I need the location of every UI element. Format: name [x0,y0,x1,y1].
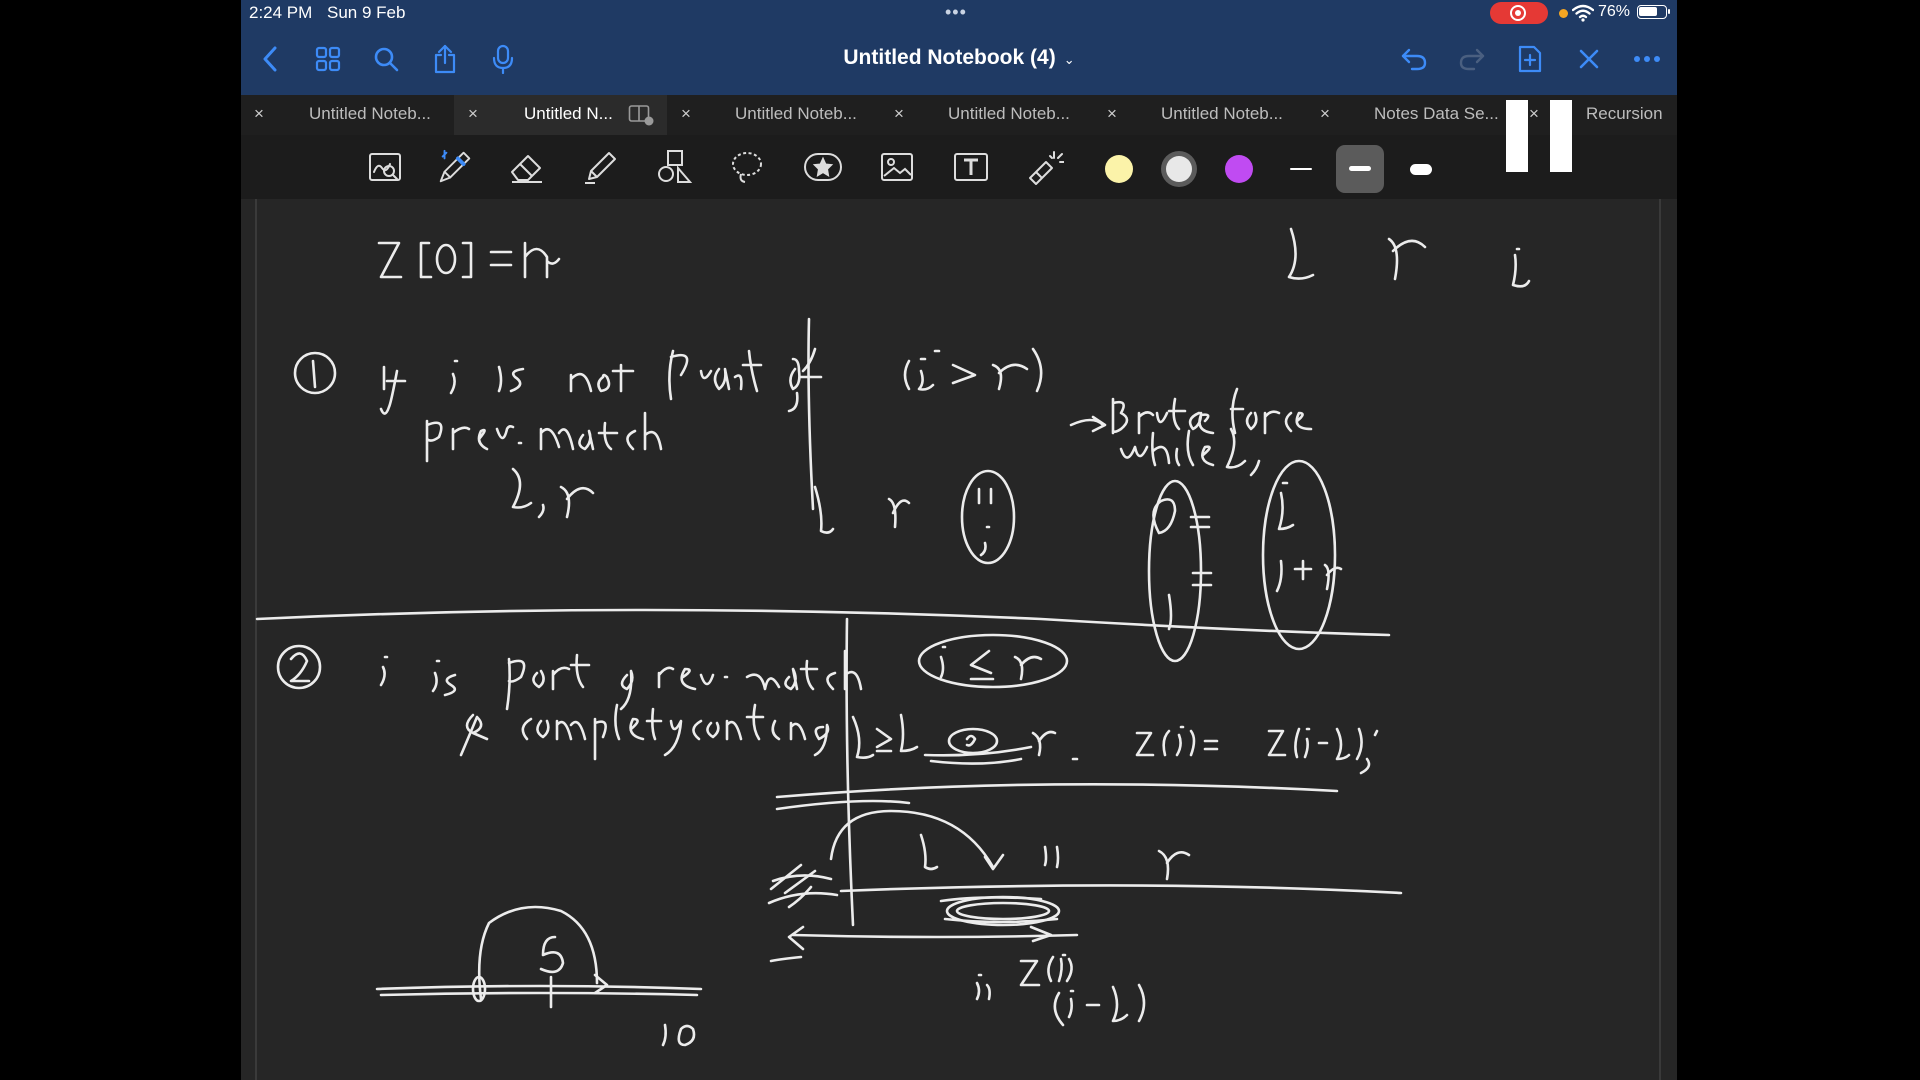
ink-arc-diagram [767,809,1403,963]
ink-contained-condition [851,633,1379,775]
tab-close-icon[interactable]: × [468,104,478,124]
notebook-canvas[interactable] [241,199,1677,1080]
tab-close-icon[interactable]: × [1107,104,1117,124]
split-view-icon[interactable] [628,104,654,126]
handwritten-ink-layer [255,227,1531,1047]
status-date: Sun 9 Feb [327,3,406,22]
stroke-thick[interactable] [1410,164,1432,175]
battery-percent: 76% [1598,3,1631,20]
close-toolbar-icon[interactable] [1572,42,1606,76]
ink-number-line-example [375,905,703,1047]
share-icon[interactable] [428,42,462,76]
battery-level-fill [1639,7,1657,16]
ink-divider-vertical-2 [845,617,855,927]
tab-notes-data-se[interactable]: × Notes Data Se... [1306,95,1519,135]
tab-untitled-notebook-4[interactable]: × Untitled Noteb... [880,95,1093,135]
stroke-medium [1349,166,1371,171]
microphone-icon[interactable] [486,42,520,76]
sticker-icon[interactable] [803,147,843,187]
notebook-title-button[interactable]: Untitled Notebook (4) ⌄ [843,46,1074,69]
tab-close-icon[interactable]: × [1320,104,1330,124]
tab-label: Untitled Noteb... [309,104,431,123]
tab-label: Untitled N... [524,104,613,123]
more-options-icon[interactable] [1630,42,1664,76]
grid-view-icon[interactable] [311,42,345,76]
ipad-screen: 2:24 PM Sun 9 Feb ••• 76% Untitled Noteb… [241,0,1677,1080]
notebook-title-text: Untitled Notebook (4) [843,46,1056,69]
zoom-window-icon[interactable] [365,147,405,187]
ink-separator-line [255,608,1391,637]
back-icon[interactable] [253,42,287,76]
ink-l-r-i-top [1287,227,1531,288]
tab-close-icon[interactable]: × [1529,104,1539,124]
color-swatch-purple[interactable] [1225,155,1253,183]
drawing-toolbar [241,135,1677,199]
wifi-icon [1572,4,1594,22]
ink-case-1 [293,347,823,519]
text-icon[interactable] [951,147,991,187]
battery-icon [1637,5,1670,19]
undo-icon[interactable] [1397,42,1431,76]
lasso-icon[interactable] [727,147,767,187]
chevron-down-icon: ⌄ [1063,52,1075,67]
pen-icon[interactable] [435,147,475,187]
app-header: 2:24 PM Sun 9 Feb ••• 76% Untitled Noteb… [241,0,1677,95]
color-swatch-white [1166,156,1192,182]
tab-label: Untitled Noteb... [735,104,857,123]
ink-i-greater-r [903,347,1313,477]
tab-label: Untitled Noteb... [948,104,1070,123]
tab-close-icon[interactable]: × [894,104,904,124]
ink-divider-vertical [807,317,815,511]
tab-label: Notes Data Se... [1374,104,1499,123]
tab-untitled-notebook-3[interactable]: × Untitled Noteb... [667,95,880,135]
redo-icon[interactable] [1455,42,1489,76]
ink-case-2 [276,644,863,761]
stroke-thin[interactable] [1290,168,1312,170]
record-icon [1510,5,1526,21]
ink-z0-equals-n [377,241,561,279]
tab-recursion[interactable]: × Recursion [1519,95,1677,135]
screen-recording-indicator[interactable] [1490,2,1548,24]
ink-range-lines [775,782,1339,811]
tab-label: Untitled Noteb... [1161,104,1283,123]
tab-bar: × Untitled Noteb... × Untitled N... × Un… [241,95,1677,135]
stroke-selected-box[interactable] [1336,145,1384,193]
search-icon[interactable] [369,42,403,76]
shapes-icon[interactable] [655,147,695,187]
status-time: 2:24 PM [249,3,313,22]
color-swatch-yellow[interactable] [1105,155,1133,183]
tab-close-icon[interactable]: × [681,104,691,124]
pause-overlay-bar-left [1506,100,1528,172]
add-page-icon[interactable] [1513,42,1547,76]
tab-untitled-notebook-active[interactable]: × Untitled N... [454,95,667,135]
multitasking-dots[interactable]: ••• [945,2,967,23]
eraser-icon[interactable] [507,147,547,187]
ink-l-r-circled-i [813,469,1016,565]
highlighter-icon[interactable] [581,147,621,187]
tab-close-icon[interactable]: × [254,104,264,124]
image-icon[interactable] [877,147,917,187]
tab-untitled-notebook-1[interactable]: × Untitled Noteb... [241,95,454,135]
color-swatch-selected-ring[interactable] [1161,151,1197,187]
laser-pointer-icon[interactable] [1025,147,1065,187]
privacy-dot-icon [1559,9,1568,18]
tab-untitled-notebook-5[interactable]: × Untitled Noteb... [1093,95,1306,135]
ink-i-z-i-minus-l [975,953,1146,1027]
tab-label: Recursion [1586,104,1663,123]
pause-overlay-bar-right [1550,100,1572,172]
